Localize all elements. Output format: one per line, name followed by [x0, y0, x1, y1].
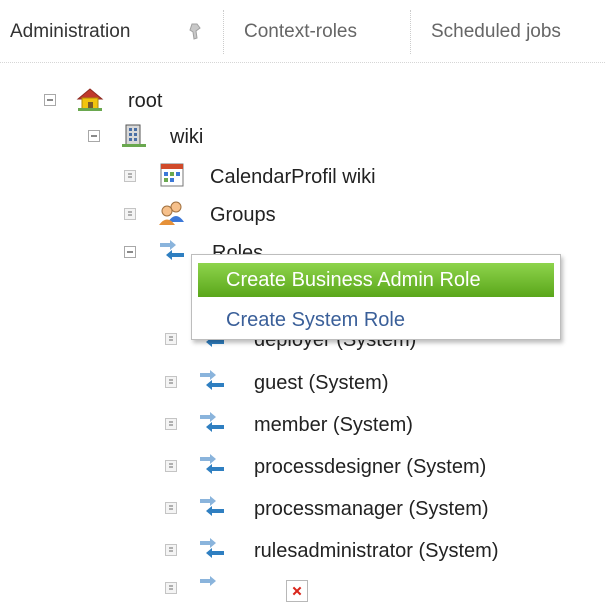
tab-context-roles[interactable]: Context-roles	[244, 18, 357, 46]
house-icon	[76, 88, 104, 111]
tab-administration[interactable]: Administration	[10, 18, 130, 46]
role-arrows-icon	[200, 454, 224, 474]
role-arrows-icon	[200, 370, 224, 390]
wrench-icon[interactable]	[187, 22, 203, 40]
role-arrows-icon	[200, 576, 216, 586]
expand-toggle[interactable]	[165, 502, 177, 514]
tree-node-label: CalendarProfil wiki	[210, 166, 376, 188]
tree-node-label: processmanager (System)	[254, 498, 489, 520]
expand-toggle[interactable]	[165, 376, 177, 388]
tree-node-role[interactable]: processdesigner (System)	[0, 452, 580, 482]
role-arrows-icon	[200, 412, 224, 432]
tree-node-calendar[interactable]: CalendarProfil wiki	[0, 162, 430, 192]
tree-node-role[interactable]: rulesadministrator (System)	[0, 536, 590, 566]
tab-bar: Administration Context-roles Scheduled j…	[0, 0, 605, 63]
context-menu: Create Business Admin Role Create System…	[191, 254, 561, 340]
create-business-admin-role-menu-item[interactable]: Create Business Admin Role	[198, 263, 554, 297]
role-arrows-icon	[200, 538, 224, 558]
tree-node-label: processdesigner (System)	[254, 456, 487, 478]
expand-toggle[interactable]	[165, 544, 177, 556]
expand-toggle[interactable]	[165, 333, 177, 345]
role-arrows-icon	[200, 496, 224, 516]
tree-node-role[interactable]: member (System)	[0, 410, 470, 440]
building-icon	[122, 124, 146, 147]
collapse-toggle[interactable]	[88, 130, 100, 142]
collapse-toggle[interactable]	[44, 94, 56, 106]
tree-node-root[interactable]: root	[0, 86, 300, 116]
expand-toggle[interactable]	[165, 418, 177, 430]
calendar-icon	[160, 163, 184, 187]
create-system-role-menu-item[interactable]: Create System Role	[198, 303, 554, 337]
expand-toggle[interactable]	[165, 582, 177, 594]
tree-node-wiki[interactable]: wiki	[0, 122, 300, 152]
tree-node-role[interactable]: guest (System)	[0, 368, 470, 398]
tree-node-partial[interactable]	[0, 574, 260, 606]
collapse-toggle[interactable]	[124, 246, 136, 258]
users-icon	[159, 201, 184, 225]
tree-node-label: guest (System)	[254, 372, 389, 394]
tree-node-label: rulesadministrator (System)	[254, 540, 499, 562]
tree-node-label: wiki	[170, 126, 204, 148]
broken-image-icon	[286, 580, 308, 602]
expand-toggle[interactable]	[124, 208, 136, 220]
tree-node-label: root	[128, 90, 163, 112]
expand-toggle[interactable]	[124, 170, 136, 182]
tab-separator	[223, 10, 224, 54]
tree-node-groups[interactable]: Groups	[0, 200, 300, 230]
tree-node-label: Groups	[210, 204, 276, 226]
admin-page: Administration Context-roles Scheduled j…	[0, 0, 605, 606]
tree-node-role[interactable]: processmanager (System)	[0, 494, 580, 524]
tab-separator	[410, 10, 411, 54]
expand-toggle[interactable]	[165, 460, 177, 472]
tree-node-label: member (System)	[254, 414, 413, 436]
tab-scheduled-jobs[interactable]: Scheduled jobs	[431, 18, 561, 46]
role-arrows-icon	[160, 240, 184, 260]
